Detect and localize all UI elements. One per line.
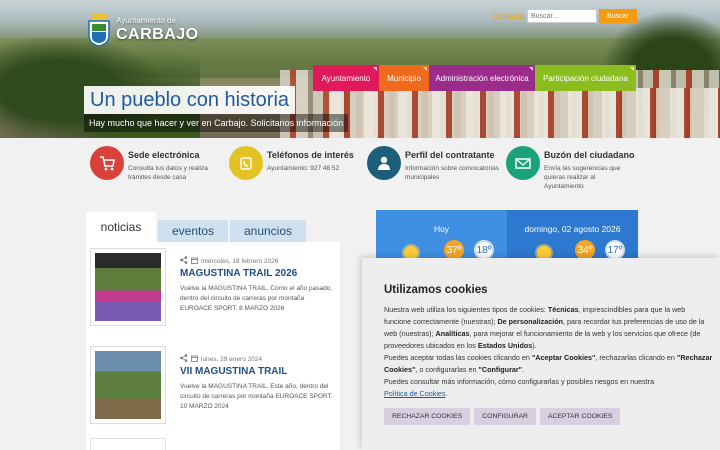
share-icon[interactable]: [180, 354, 188, 364]
cookie-text-part: Puedes aceptar todas las cookies clicand…: [384, 353, 532, 362]
hero-slogan: Un pueblo con historia: [84, 86, 296, 114]
reject-cookies-button[interactable]: RECHAZAR COOKIES: [384, 408, 471, 425]
weather-day-label: Hoy: [433, 224, 450, 234]
news-title[interactable]: VII MAGUSTINA TRAIL: [180, 366, 287, 377]
quick-link-desc: Envía las sugerencias que quieras realiz…: [544, 165, 621, 190]
dropdown-corner-icon: [423, 67, 427, 71]
quick-link-title: Teléfonos de interés: [267, 150, 354, 160]
nav-label: Municipio: [387, 73, 421, 83]
user-icon: [367, 146, 401, 180]
cookie-text-part: .: [522, 365, 525, 374]
news-summary: Vuelve la MAGUSTINA TRAIL. Como el año p…: [180, 285, 333, 312]
cookie-banner: Utilizamos cookies Nuestra web utiliza l…: [362, 258, 720, 450]
news-meta: lunes, 29 enero 2024: [180, 354, 262, 364]
quick-link-desc: Ayuntamiento: 927 48 52: [267, 165, 340, 172]
quick-link-title: Sede electrónica: [128, 150, 200, 160]
cookie-bold: "Aceptar Cookies": [531, 353, 596, 362]
configure-cookies-button[interactable]: CONFIGURAR: [474, 408, 536, 425]
nav-label: Administración electrónica: [435, 73, 529, 83]
search-input[interactable]: [527, 9, 597, 23]
tab-noticias[interactable]: noticias: [86, 212, 156, 242]
poster-image: [95, 351, 161, 419]
cookie-bold: Analíticas: [435, 329, 470, 338]
quick-link-title: Buzón del ciudadano: [544, 150, 635, 160]
dropdown-corner-icon: [529, 67, 533, 71]
news-thumbnail[interactable]: [90, 248, 166, 326]
brand-subtitle: Ayuntamiento de: [116, 16, 176, 25]
cookie-title: Utilizamos cookies: [384, 284, 488, 296]
poster-image: [95, 253, 161, 321]
news-summary: Vuelve la MAGUSTINA TRAIL. Este año, den…: [180, 383, 333, 410]
news-date: lunes, 29 enero 2024: [201, 355, 263, 363]
nav-label: Ayuntamiento: [321, 73, 371, 83]
calendar-icon: [191, 355, 198, 364]
weather-day-label: domingo, 02 agosto 2026: [524, 224, 621, 234]
quick-link-desc: Consulta tus datos y realiza trámites de…: [128, 165, 208, 181]
cookie-buttons: RECHAZAR COOKIES CONFIGURAR ACEPTAR COOK…: [384, 408, 621, 425]
weather-next: domingo, 02 agosto 2026 34º 17º: [507, 210, 638, 260]
cookie-bold: Técnicas: [547, 305, 579, 314]
phone-icon: [229, 146, 263, 180]
cookie-text-part: Nuestra web utiliza los siguientes tipos…: [384, 305, 548, 314]
weather-max: 37º: [444, 240, 464, 260]
coat-of-arms-icon[interactable]: [86, 13, 112, 47]
cart-icon: [90, 146, 124, 180]
nav-ayuntamiento[interactable]: Ayuntamiento: [313, 65, 379, 91]
news-tabs: noticias eventos anuncios: [86, 212, 306, 242]
tab-anuncios[interactable]: anuncios: [230, 220, 306, 242]
news-thumbnail[interactable]: [90, 438, 166, 450]
nav-municipio[interactable]: Municipio: [379, 65, 429, 91]
quick-link-desc: Información sobre convocatorias municipa…: [405, 165, 499, 181]
main-nav: Ayuntamiento Municipio Administración el…: [313, 65, 636, 91]
cookie-text-part: ).: [532, 341, 537, 350]
cookie-bold: Estados Unidos: [477, 341, 533, 350]
cookie-bold: "Configurar": [478, 365, 523, 374]
quick-link-title: Perfil del contratante: [405, 150, 495, 160]
cookie-text-part: Puedes consultar más información, cómo c…: [384, 377, 655, 386]
weather-max: 34º: [575, 240, 595, 260]
contact-link[interactable]: Contacto: [492, 12, 524, 21]
hero-town-near: [330, 88, 720, 138]
list-item[interactable]: miércoles, 18 febrero 2026 MAGUSTINA TRA…: [90, 244, 340, 330]
cookie-policy-link[interactable]: Política de Cookies: [384, 389, 446, 398]
cookie-text-part: , rechazarlas clicando en: [595, 353, 677, 362]
cookie-bold: De personalización: [497, 317, 563, 326]
tab-eventos[interactable]: eventos: [158, 220, 228, 242]
news-meta: miércoles, 18 febrero 2026: [180, 256, 278, 266]
cookie-text-part: , o configurarlas en: [415, 365, 479, 374]
nav-administracion[interactable]: Administración electrónica: [429, 65, 535, 91]
weather-min: 18º: [474, 240, 494, 260]
nav-label: Participación ciudadana: [543, 73, 628, 83]
hero-subtitle: Hay mucho que hacer y ver en Carbajo. So…: [84, 114, 349, 132]
calendar-icon: [191, 257, 198, 266]
brand-title[interactable]: CARBAJO: [116, 26, 199, 44]
news-list: miércoles, 18 febrero 2026 MAGUSTINA TRA…: [86, 242, 340, 450]
weather-min: 17º: [605, 240, 625, 260]
nav-participacion[interactable]: Participación ciudadana: [535, 65, 636, 91]
cookie-text-part: .: [445, 389, 448, 398]
dropdown-corner-icon: [630, 67, 634, 71]
cookie-text: Nuestra web utiliza los siguientes tipos…: [384, 304, 714, 400]
list-item[interactable]: lunes, 29 enero 2024 VII MAGUSTINA TRAIL…: [90, 342, 340, 428]
quick-links: Sede electrónica Consulta tus datos y re…: [0, 138, 720, 200]
search-button[interactable]: Buscar: [599, 9, 637, 23]
accept-cookies-button[interactable]: ACEPTAR COOKIES: [539, 408, 621, 425]
weather-widget: Hoy 37º 18º domingo, 02 agosto 2026 34º …: [376, 210, 638, 260]
share-icon[interactable]: [180, 256, 188, 266]
news-thumbnail[interactable]: [90, 346, 166, 424]
news-date: miércoles, 18 febrero 2026: [201, 257, 279, 265]
weather-today: Hoy 37º 18º: [376, 210, 507, 260]
news-title[interactable]: MAGUSTINA TRAIL 2026: [180, 268, 297, 279]
dropdown-corner-icon: [373, 67, 377, 71]
